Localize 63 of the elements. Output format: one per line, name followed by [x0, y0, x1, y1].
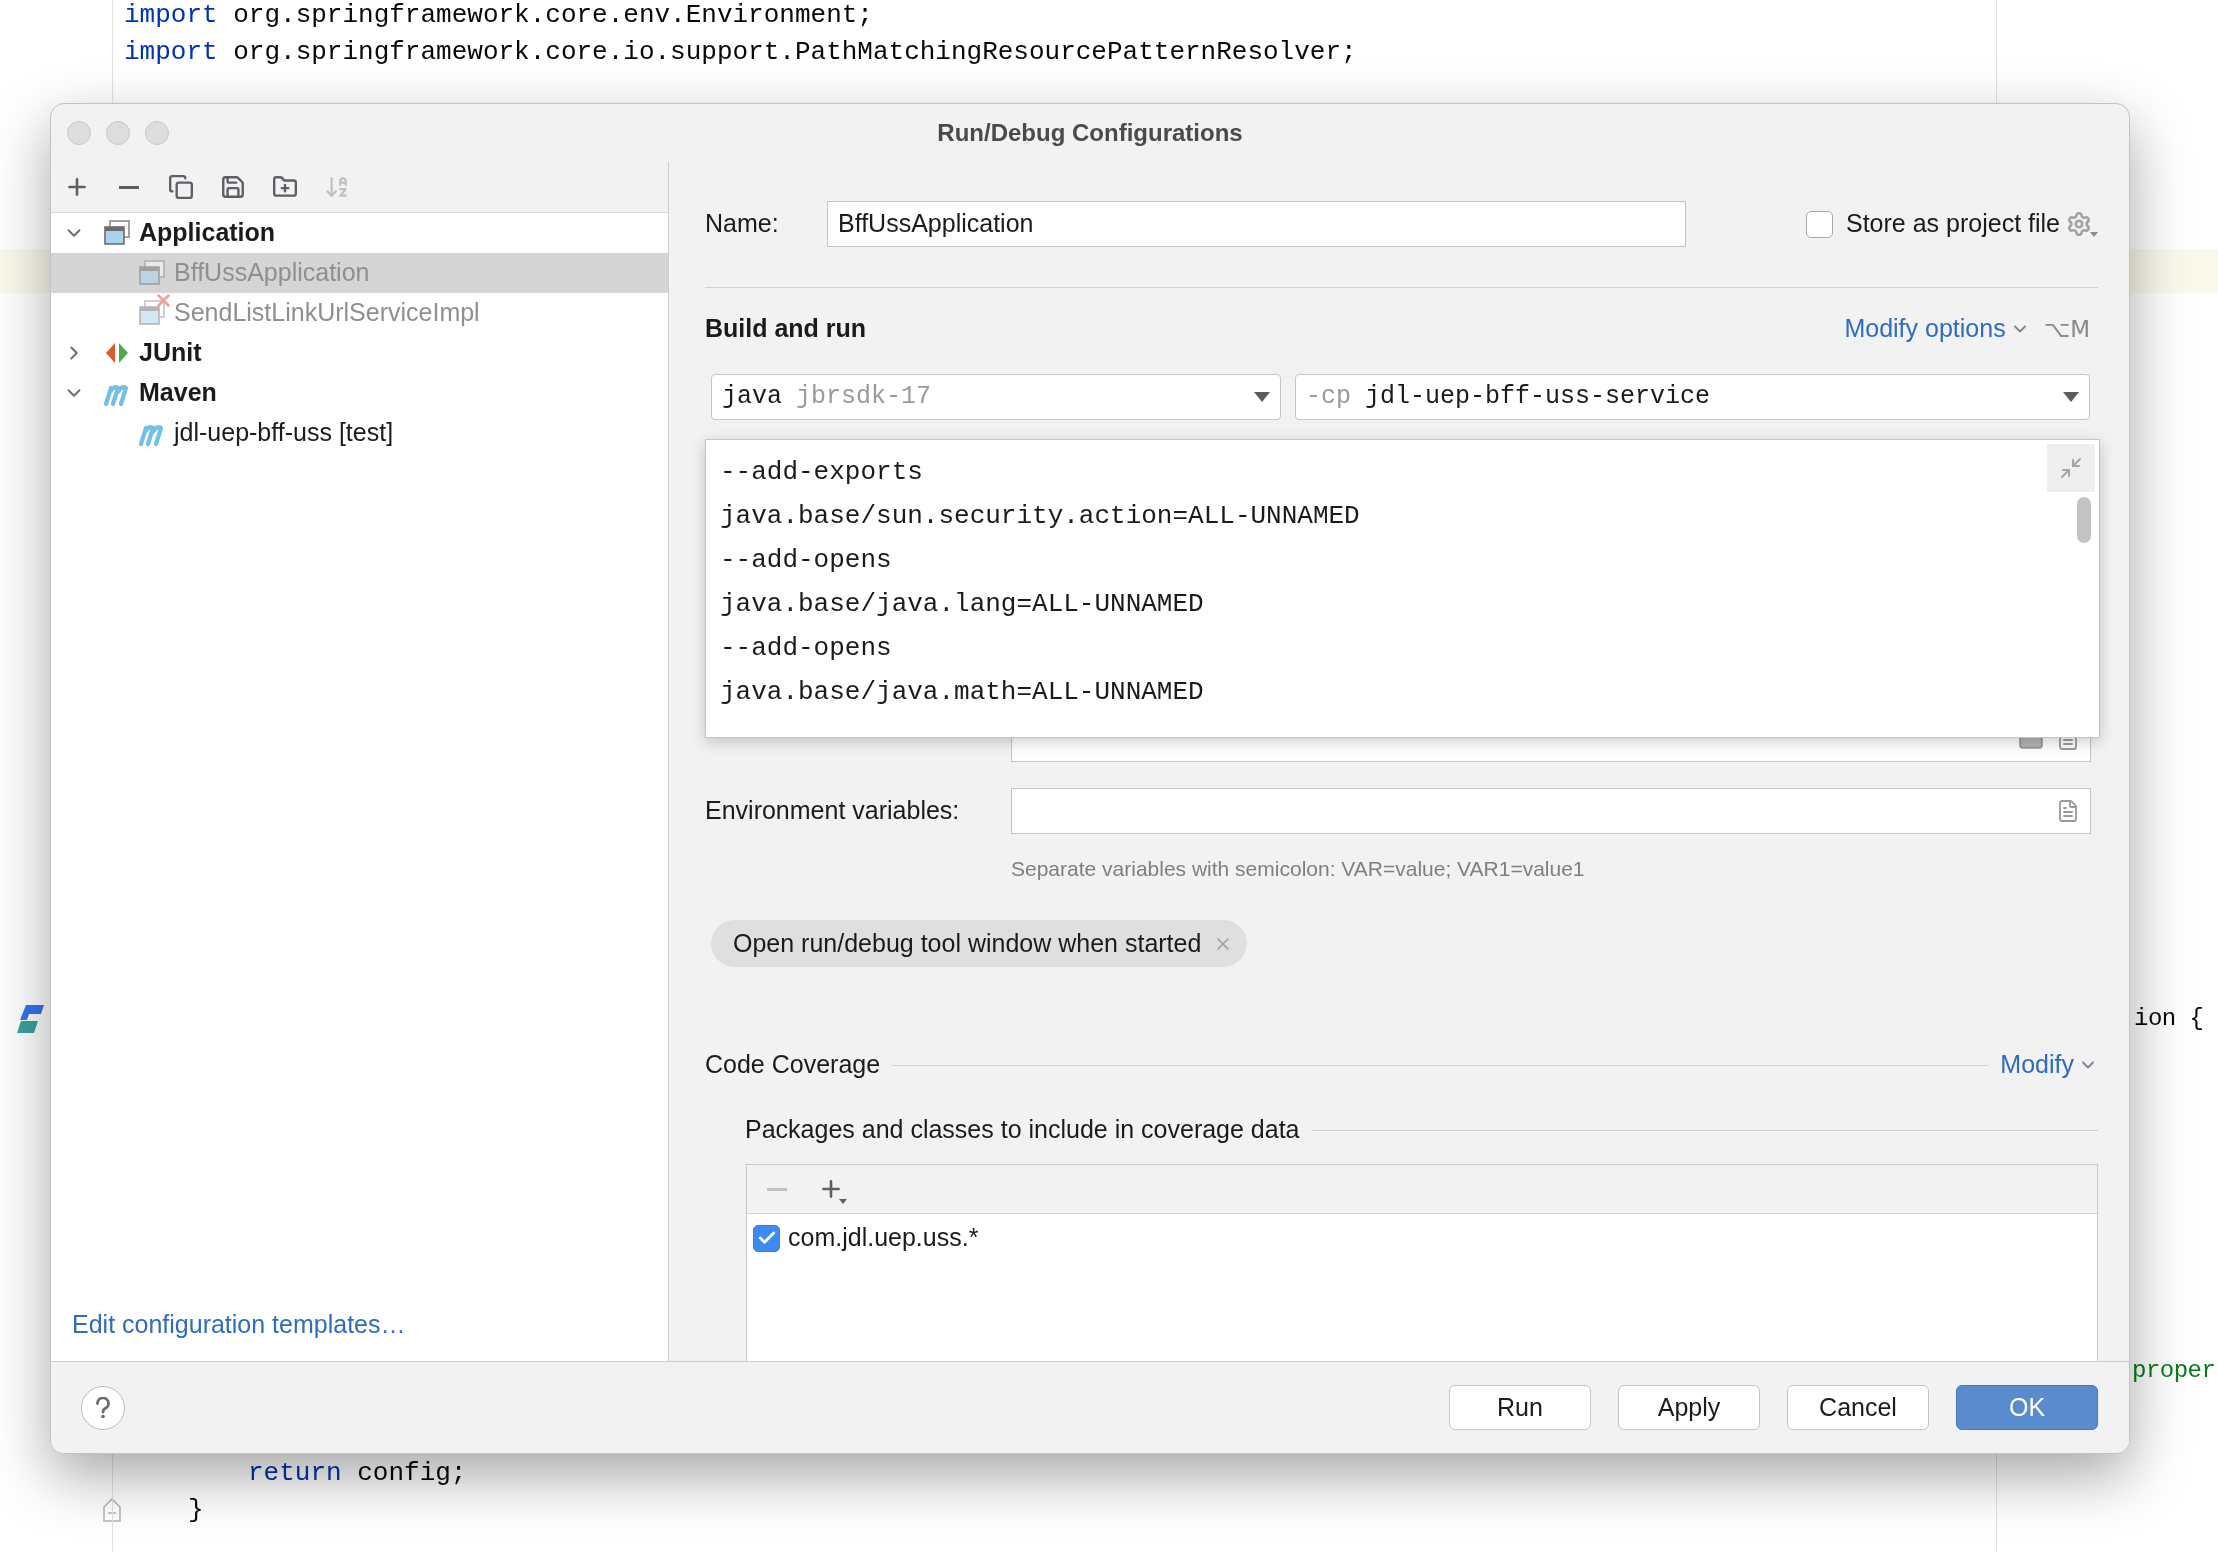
code-line: } [188, 1495, 204, 1525]
option-chip-label: Open run/debug tool window when started [733, 927, 1202, 959]
modify-link[interactable]: Modify [2000, 1046, 2098, 1084]
minus-icon [767, 1187, 787, 1191]
field-hint: Separate variables with semicolon: VAR=value; VAR1=value1 [1011, 856, 1586, 882]
section-title: Code Coverage [705, 1049, 881, 1081]
copy-icon [168, 174, 194, 200]
dropdown-arrow-icon [1254, 392, 1270, 402]
modify-options-link[interactable]: Modify options [1844, 310, 2030, 348]
subsection-title: Packages and classes to include in coverage data [745, 1114, 1300, 1146]
code-fragment: ion { [2134, 1004, 2204, 1034]
environment-variables-field[interactable] [1011, 788, 2091, 834]
save-button[interactable] [220, 174, 246, 200]
dropdown-arrow-icon [2063, 392, 2079, 402]
vm-option-line: --add-exports [720, 455, 923, 489]
window-icon [138, 299, 166, 327]
code-fragment: proper [2132, 1356, 2216, 1386]
collapse-icon [2059, 456, 2083, 480]
package-checkbox[interactable] [753, 1224, 780, 1252]
field-label: Name: [705, 208, 780, 240]
tree-item[interactable]: Maven [51, 373, 668, 413]
copy-button[interactable] [168, 174, 194, 200]
scrollbar-thumb[interactable] [2077, 497, 2091, 543]
dialog-button[interactable]: Cancel [1787, 1385, 1929, 1430]
tree-item[interactable]: jdl-uep-bff-uss [test] [51, 413, 668, 453]
shortcut-hint: ⌥M [2043, 314, 2090, 344]
dialog-button[interactable]: Run [1449, 1385, 1591, 1430]
sort-icon [324, 174, 350, 200]
tree-item[interactable]: Application [51, 213, 668, 253]
vm-option-line: --add-opens [720, 631, 892, 665]
folder-plus-icon [272, 174, 298, 200]
window-icon [103, 219, 131, 247]
field-label: Environment variables: [705, 795, 961, 827]
window-icon [138, 259, 166, 287]
checkbox-label: Store as project file [1846, 208, 2060, 240]
section-title: Build and run [705, 313, 867, 345]
gutter-icon[interactable] [17, 1004, 45, 1034]
help-button[interactable] [81, 1385, 125, 1430]
vm-option-line: java.base/java.math=ALL-UNNAMED [720, 675, 1204, 709]
caret-icon [839, 1199, 847, 1204]
vm-options-popup[interactable]: --add-exports java.base/sun.security.action=ALL-UNNAMED --add-opens java.base/java.lang=ALL-UNNAMED --add-opens java.base/java.math=ALL-UNNAMED [705, 439, 2100, 738]
new-folder-button[interactable] [272, 174, 298, 200]
question-mark-icon [95, 1396, 111, 1419]
package-pattern: com.jdl.uep.uss.* [788, 1222, 979, 1254]
vm-option-line: java.base/sun.security.action=ALL-UNNAMED [720, 499, 1360, 533]
edit-templates-link[interactable]: Edit configuration templates… [72, 1305, 406, 1343]
dialog-button[interactable]: Apply [1618, 1385, 1760, 1430]
code-line: import org.springframework.core.env.Environment; [124, 0, 873, 30]
vm-option-line: java.base/java.lang=ALL-UNNAMED [720, 587, 1204, 621]
window-title: Run/Debug Configurations [937, 118, 1243, 148]
classpath-select[interactable]: -cp jdl-uep-bff-uss-service [1295, 374, 2090, 420]
collapse-button[interactable] [2047, 444, 2095, 492]
vm-option-line: --add-opens [720, 543, 892, 577]
jre-select[interactable]: java jbrsdk-17 [711, 374, 1281, 420]
gear-dropdown-icon[interactable] [2066, 209, 2098, 239]
code-line: import org.springframework.core.io.support.PathMatchingResourcePatternResolver; [124, 37, 1357, 67]
code-line: return config; [248, 1458, 467, 1488]
name-field[interactable]: BffUssApplication [827, 201, 1686, 247]
minus-icon [119, 185, 139, 189]
save-icon [220, 174, 246, 200]
store-checkbox[interactable] [1806, 210, 1833, 238]
tree-item[interactable]: JUnit [51, 333, 668, 373]
document-icon[interactable] [2056, 798, 2080, 824]
